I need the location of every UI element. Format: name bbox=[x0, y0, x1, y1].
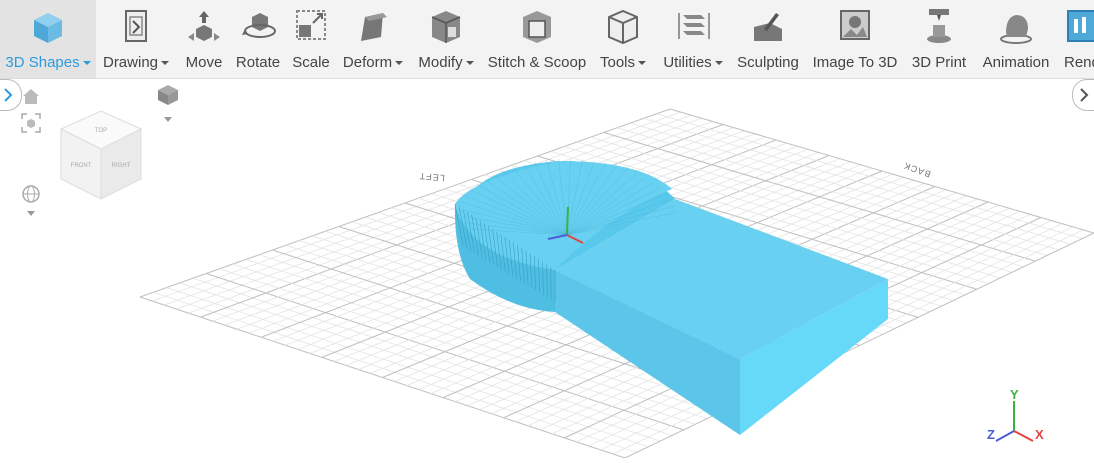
view-cube[interactable]: TOP FRONT RIGHT bbox=[56, 107, 146, 208]
toolbar-item-drawing[interactable]: Drawing bbox=[96, 0, 176, 78]
perspective-cube-icon bbox=[155, 81, 181, 125]
render-icon bbox=[1062, 7, 1094, 52]
view-cube-right-label[interactable]: RIGHT bbox=[112, 163, 131, 169]
axis-x-label: X bbox=[1035, 427, 1044, 442]
ground-label-left: LEFT bbox=[418, 171, 445, 183]
move-icon bbox=[180, 7, 228, 52]
deform-icon bbox=[336, 7, 410, 52]
dropdown-caret-icon bbox=[715, 61, 723, 65]
dropdown-caret-icon bbox=[395, 61, 403, 65]
toolbar-item-label: Rotate bbox=[230, 54, 286, 71]
animation-icon bbox=[976, 7, 1056, 52]
ground-label-back: BACK bbox=[902, 160, 932, 179]
rotate-icon bbox=[230, 7, 286, 52]
dropdown-caret-icon bbox=[83, 61, 91, 65]
axis-y-label: Y bbox=[1010, 387, 1019, 402]
toolbar-item-label: Rend bbox=[1064, 54, 1094, 71]
toolbar-item-label: Image To 3D bbox=[808, 54, 902, 71]
toolbar-item-label: Move bbox=[180, 54, 228, 71]
toolbar-item-move[interactable]: Move bbox=[180, 0, 228, 78]
chevron-right-icon bbox=[0, 80, 17, 110]
drawing-icon bbox=[96, 7, 176, 52]
home-view-button[interactable] bbox=[20, 86, 42, 111]
right-panel-toggle[interactable] bbox=[1072, 79, 1094, 111]
toolbar-item-label: Sculpting bbox=[733, 54, 803, 71]
3d-model[interactable] bbox=[455, 159, 888, 435]
globe-orbit-icon bbox=[19, 183, 43, 219]
toolbar-item-label: Scale bbox=[288, 54, 334, 71]
toolbar-item-deform[interactable]: Deform bbox=[336, 0, 410, 78]
axis-z-label: Z bbox=[987, 427, 995, 442]
toolbar-item-utilities[interactable]: Utilities bbox=[656, 0, 730, 78]
toolbar-item-3d-shapes[interactable]: 3D Shapes bbox=[0, 0, 96, 78]
toolbar-item-3d-print[interactable]: 3D Print bbox=[906, 0, 972, 78]
view-cube-front-label[interactable]: FRONT bbox=[71, 163, 92, 169]
toolbar-item-label: Utilities bbox=[656, 54, 730, 71]
dropdown-caret-icon bbox=[161, 61, 169, 65]
3d-print-icon bbox=[906, 7, 972, 52]
fit-view-icon bbox=[20, 112, 42, 134]
scene-canvas[interactable]: LEFT BACK Y X Z bbox=[0, 79, 1094, 458]
modify-icon bbox=[412, 7, 480, 52]
toolbar-item-label: Tools bbox=[594, 54, 652, 71]
toolbar-item-stitch-scoop[interactable]: Stitch & Scoop bbox=[482, 0, 592, 78]
world-axis-indicator: Y X Z bbox=[987, 387, 1044, 442]
main-toolbar: 3D ShapesDrawingMoveRotateScaleDeformMod… bbox=[0, 0, 1094, 79]
toolbar-item-label: Deform bbox=[336, 54, 410, 71]
home-icon bbox=[20, 86, 42, 106]
tools-icon bbox=[594, 7, 652, 52]
toolbar-item-rotate[interactable]: Rotate bbox=[230, 0, 286, 78]
fit-view-button[interactable] bbox=[20, 112, 42, 139]
toolbar-item-label: Stitch & Scoop bbox=[482, 54, 592, 71]
view-mode-dropdown[interactable] bbox=[155, 81, 181, 130]
sculpting-icon bbox=[733, 7, 803, 52]
utilities-icon bbox=[656, 7, 730, 52]
navigation-orbit-dropdown[interactable] bbox=[19, 183, 43, 224]
toolbar-item-sculpting[interactable]: Sculpting bbox=[733, 0, 803, 78]
toolbar-item-image-to-3d[interactable]: Image To 3D bbox=[808, 0, 902, 78]
image-to-3d-icon bbox=[808, 7, 902, 52]
toolbar-item-animation[interactable]: Animation bbox=[976, 0, 1056, 78]
3d-viewport[interactable]: LEFT BACK Y X Z bbox=[0, 79, 1094, 458]
scale-icon bbox=[288, 7, 334, 52]
toolbar-item-label: 3D Print bbox=[906, 54, 972, 71]
toolbar-item-rend[interactable]: Rend bbox=[1062, 0, 1094, 78]
dropdown-caret-icon bbox=[466, 61, 474, 65]
dropdown-caret-icon bbox=[638, 61, 646, 65]
toolbar-item-label: Modify bbox=[412, 54, 480, 71]
toolbar-item-modify[interactable]: Modify bbox=[412, 0, 480, 78]
toolbar-item-tools[interactable]: Tools bbox=[594, 0, 652, 78]
toolbar-item-label: Animation bbox=[976, 54, 1056, 71]
toolbar-item-label: Drawing bbox=[96, 54, 176, 71]
view-cube-top-label[interactable]: TOP bbox=[95, 128, 107, 134]
stitch-scoop-icon bbox=[482, 7, 592, 52]
cube-icon bbox=[0, 7, 96, 52]
toolbar-item-scale[interactable]: Scale bbox=[288, 0, 334, 78]
chevron-right-icon bbox=[1073, 80, 1093, 110]
toolbar-item-label: 3D Shapes bbox=[0, 54, 96, 71]
